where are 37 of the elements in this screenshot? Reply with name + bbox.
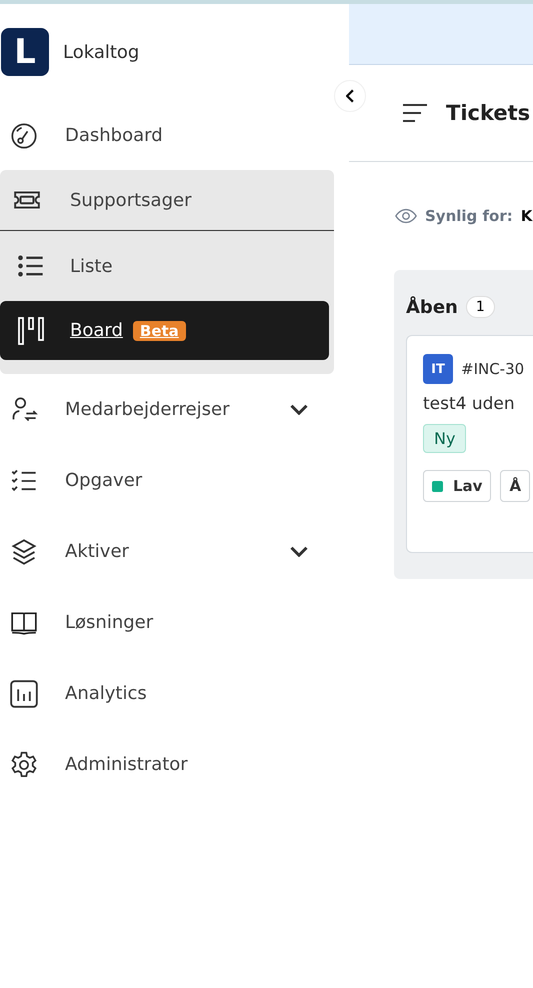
status-tag: Ny	[423, 424, 466, 453]
count-badge: 1	[466, 296, 495, 318]
visibility-value: K	[520, 207, 532, 225]
nav-item[interactable]: Medarbejderrejser	[0, 374, 334, 445]
priority-label: Lav	[453, 477, 482, 495]
nav-item[interactable]: Liste	[0, 231, 334, 301]
chevron-icon	[346, 89, 354, 103]
collapse-button[interactable]	[334, 80, 366, 112]
chevron-icon	[290, 404, 308, 415]
board-icon	[17, 316, 45, 344]
visibility-label: Synlig for:	[425, 207, 513, 225]
column-title: Åben	[406, 296, 458, 318]
layers-icon	[10, 538, 38, 566]
team-badge: IT	[423, 354, 453, 384]
nav-item[interactable]: Opgaver	[0, 445, 334, 516]
gauge-icon	[10, 122, 38, 150]
nav-item[interactable]: Aktiver	[0, 516, 334, 587]
beta-badge: Beta	[132, 320, 186, 340]
nav-item[interactable]: Board Beta	[0, 301, 329, 360]
eye-icon	[395, 208, 417, 224]
app-name: Lokaltog	[63, 42, 140, 62]
person-arrows-icon	[10, 396, 38, 424]
ticket-card[interactable]: IT #INC-30 test4 uden Ny Lav Å	[406, 335, 533, 553]
ticket-id: #INC-30	[461, 360, 524, 378]
bar-chart-icon	[10, 680, 38, 708]
nav-item[interactable]: Dashboard	[0, 100, 334, 171]
app-logo: L	[1, 28, 49, 76]
nav-item[interactable]: Løsninger	[0, 587, 334, 658]
settings-icon	[10, 750, 38, 778]
chevron-icon	[290, 546, 308, 557]
ticket-title: test4 uden	[423, 394, 516, 414]
nav-item[interactable]: Administrator	[0, 729, 334, 800]
nav-item[interactable]: Supportsager	[0, 170, 334, 231]
page-title: Tickets	[446, 101, 530, 125]
ticket-chip: Å	[500, 470, 530, 502]
nav-item[interactable]: Analytics	[0, 658, 334, 729]
menu-icon[interactable]	[402, 103, 428, 123]
